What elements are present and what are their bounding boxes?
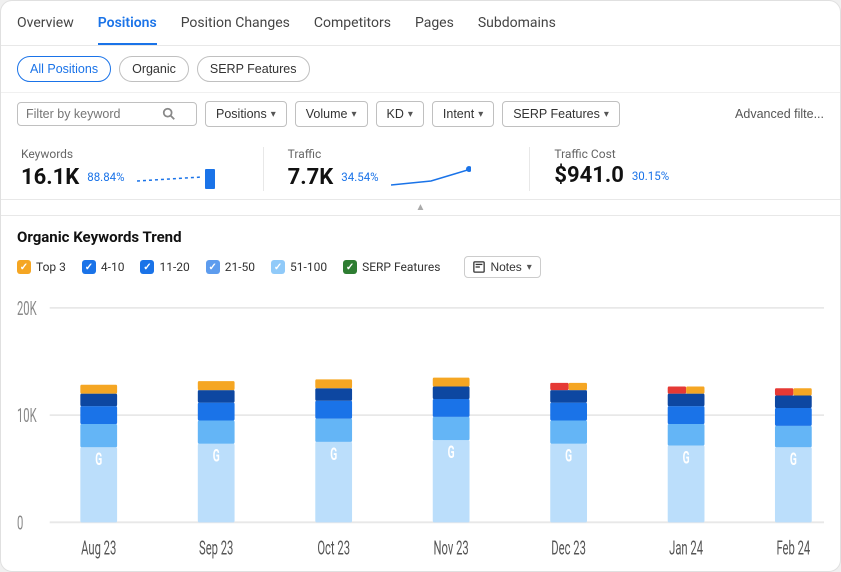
legend-51-100-check: ✓ bbox=[271, 260, 285, 274]
dropdown-volume[interactable]: Volume ▾ bbox=[295, 101, 368, 127]
legend-serp-features-label: SERP Features bbox=[362, 260, 440, 274]
dropdown-serp-features[interactable]: SERP Features ▾ bbox=[502, 101, 620, 127]
metric-traffic-cost: Traffic Cost $941.0 30.15% bbox=[554, 147, 796, 191]
metric-traffic-cost-value-row: $941.0 30.15% bbox=[554, 163, 772, 188]
advanced-filter-button[interactable]: Advanced filte... bbox=[735, 107, 824, 121]
notes-label: Notes bbox=[490, 260, 521, 274]
tab-position-changes[interactable]: Position Changes bbox=[181, 15, 290, 45]
collapse-indicator[interactable]: ▲ bbox=[1, 200, 840, 216]
metric-keywords: Keywords 16.1K 88.84% bbox=[21, 147, 264, 191]
legend-21-50-label: 21-50 bbox=[225, 260, 255, 274]
notes-button[interactable]: Notes ▾ bbox=[464, 256, 540, 278]
search-bar-row: Positions ▾ Volume ▾ KD ▾ Intent ▾ SERP … bbox=[1, 93, 840, 135]
metric-traffic-cost-label: Traffic Cost bbox=[554, 147, 772, 161]
svg-text:G: G bbox=[95, 449, 102, 470]
chevron-down-icon: ▾ bbox=[604, 109, 609, 120]
trend-section: Organic Keywords Trend ✓ Top 3 ✓ 4-10 ✓ … bbox=[1, 216, 840, 290]
svg-text:0: 0 bbox=[17, 511, 23, 534]
legend-4-10-label: 4-10 bbox=[101, 260, 125, 274]
tab-subdomains[interactable]: Subdomains bbox=[478, 15, 556, 45]
legend-51-100[interactable]: ✓ 51-100 bbox=[271, 260, 327, 274]
notes-chevron-icon: ▾ bbox=[527, 262, 532, 273]
legend-4-10-check: ✓ bbox=[82, 260, 96, 274]
legend-11-20-label: 11-20 bbox=[159, 260, 189, 274]
metric-traffic-cost-value: $941.0 bbox=[554, 163, 624, 188]
dropdown-kd[interactable]: KD ▾ bbox=[376, 101, 424, 127]
legend-top3[interactable]: ✓ Top 3 bbox=[17, 260, 66, 274]
metric-traffic: Traffic 7.7K 34.54% bbox=[288, 147, 531, 191]
tab-competitors[interactable]: Competitors bbox=[314, 15, 391, 45]
chevron-down-icon: ▾ bbox=[271, 109, 276, 120]
metric-traffic-value: 7.7K bbox=[288, 165, 334, 190]
search-input[interactable] bbox=[26, 107, 156, 121]
svg-text:G: G bbox=[565, 446, 572, 467]
dropdown-intent[interactable]: Intent ▾ bbox=[432, 101, 494, 127]
metric-traffic-change: 34.54% bbox=[341, 170, 378, 184]
legend-serp-features[interactable]: ✓ SERP Features bbox=[343, 260, 440, 274]
legend-21-50-check: ✓ bbox=[206, 260, 220, 274]
metric-keywords-change: 88.84% bbox=[87, 170, 124, 184]
svg-text:Aug 23: Aug 23 bbox=[81, 536, 116, 559]
traffic-sparkline bbox=[391, 163, 471, 191]
legend-51-100-label: 51-100 bbox=[290, 260, 327, 274]
bar-group-nov23: G bbox=[433, 378, 470, 523]
legend-4-10[interactable]: ✓ 4-10 bbox=[82, 260, 125, 274]
chart-svg: 20K 10K 0 G bbox=[17, 290, 824, 567]
svg-text:G: G bbox=[790, 449, 797, 470]
svg-text:G: G bbox=[330, 444, 337, 465]
legend-top3-check: ✓ bbox=[17, 260, 31, 274]
legend-top3-label: Top 3 bbox=[36, 260, 66, 274]
chevron-down-icon: ▾ bbox=[408, 109, 413, 120]
search-icon bbox=[162, 107, 176, 121]
svg-text:Dec 23: Dec 23 bbox=[551, 536, 586, 559]
svg-text:Jan 24: Jan 24 bbox=[669, 536, 703, 559]
metrics-row: Keywords 16.1K 88.84% Traffic 7.7K 34.54… bbox=[1, 135, 840, 200]
metric-traffic-value-row: 7.7K 34.54% bbox=[288, 163, 506, 191]
metric-keywords-value-row: 16.1K 88.84% bbox=[21, 163, 239, 191]
pill-serp-features[interactable]: SERP Features bbox=[197, 56, 310, 82]
legend-11-20-check: ✓ bbox=[140, 260, 154, 274]
bar-group-feb24: G bbox=[775, 388, 812, 522]
metric-traffic-cost-change: 30.15% bbox=[632, 169, 669, 183]
nav-tabs: Overview Positions Position Changes Comp… bbox=[1, 1, 840, 46]
metric-keywords-value: 16.1K bbox=[21, 165, 79, 190]
bar-group-aug23: G bbox=[80, 385, 117, 523]
legend-21-50[interactable]: ✓ 21-50 bbox=[206, 260, 255, 274]
bar-group-dec23: G bbox=[550, 383, 587, 522]
trend-title: Organic Keywords Trend bbox=[17, 228, 824, 246]
dropdown-positions[interactable]: Positions ▾ bbox=[205, 101, 287, 127]
svg-text:Oct 23: Oct 23 bbox=[317, 536, 350, 559]
legend-serp-features-check: ✓ bbox=[343, 260, 357, 274]
search-input-wrap[interactable] bbox=[17, 102, 197, 126]
svg-text:Sep 23: Sep 23 bbox=[199, 536, 233, 559]
legend-row: ✓ Top 3 ✓ 4-10 ✓ 11-20 ✓ 21-50 ✓ 51-100 bbox=[17, 256, 824, 278]
tab-positions[interactable]: Positions bbox=[98, 15, 157, 45]
keywords-sparkline bbox=[137, 163, 217, 191]
bar-group-jan24: G bbox=[668, 387, 705, 523]
svg-text:Feb 24: Feb 24 bbox=[776, 536, 810, 559]
svg-text:G: G bbox=[213, 446, 220, 467]
tab-overview[interactable]: Overview bbox=[17, 15, 74, 45]
svg-text:10K: 10K bbox=[17, 404, 37, 427]
main-card: Overview Positions Position Changes Comp… bbox=[0, 0, 841, 572]
legend-11-20[interactable]: ✓ 11-20 bbox=[140, 260, 189, 274]
chevron-down-icon: ▾ bbox=[351, 109, 356, 120]
svg-text:G: G bbox=[448, 442, 455, 463]
chart-container: 20K 10K 0 G bbox=[1, 290, 840, 567]
bar-group-oct23: G bbox=[315, 379, 352, 522]
pill-organic[interactable]: Organic bbox=[119, 56, 189, 82]
filter-pills-row: All Positions Organic SERP Features bbox=[1, 46, 840, 93]
svg-text:Nov 23: Nov 23 bbox=[434, 536, 469, 559]
pill-all-positions[interactable]: All Positions bbox=[17, 56, 111, 82]
bar-group-sep23: G bbox=[198, 381, 235, 522]
svg-text:G: G bbox=[683, 447, 690, 468]
notes-icon bbox=[473, 261, 485, 273]
metric-traffic-label: Traffic bbox=[288, 147, 506, 161]
chevron-down-icon: ▾ bbox=[478, 109, 483, 120]
tab-pages[interactable]: Pages bbox=[415, 15, 454, 45]
metric-keywords-label: Keywords bbox=[21, 147, 239, 161]
svg-text:20K: 20K bbox=[17, 297, 37, 320]
